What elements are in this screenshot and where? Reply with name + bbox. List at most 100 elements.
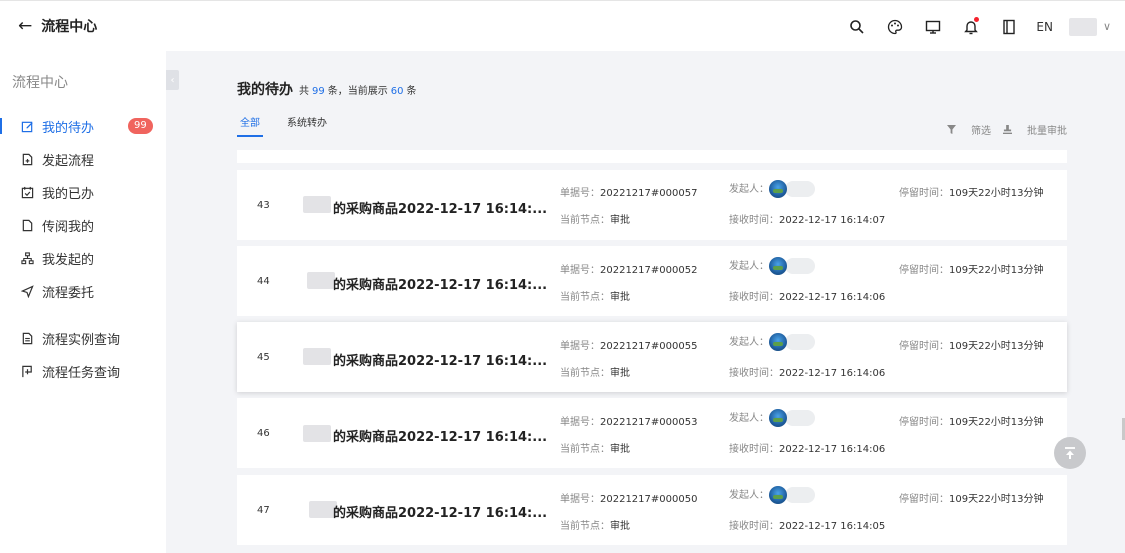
doc-number: 单据号：20221217#000053	[560, 413, 697, 428]
list-toolbar: 筛选 批量审批	[935, 122, 1067, 137]
row-index: 45	[257, 352, 270, 363]
sidebar-item-label: 我发起的	[42, 252, 95, 268]
flag-icon	[20, 364, 34, 378]
received-time-value: 2022-12-17 16:14:07	[779, 215, 886, 226]
stay-time-value: 109天22小时13分钟	[949, 341, 1044, 352]
redacted-name	[303, 348, 331, 365]
doc-number: 单据号：20221217#000052	[560, 261, 697, 276]
sidebar-item-my-done[interactable]: 我的已办	[0, 178, 166, 206]
stay-time-label: 停留时间：	[899, 417, 949, 428]
stay-time-label: 停留时间：	[899, 188, 949, 199]
redacted-initiator	[785, 487, 815, 503]
list-item[interactable]: 43 的采购商品2022-12-17 16:14:... 单据号：20221217#…	[237, 170, 1067, 240]
chevron-down-icon[interactable]: ∨	[1103, 20, 1111, 33]
initiator-label: 发起人：	[729, 261, 769, 272]
avatar	[769, 333, 787, 351]
language-switch[interactable]: EN	[1036, 20, 1053, 34]
initiator: 发起人：	[729, 333, 815, 351]
stay-time-label: 停留时间：	[899, 494, 949, 505]
sidebar-item-task-query[interactable]: 流程任务查询	[0, 357, 166, 385]
count-suffix: 条	[406, 86, 417, 97]
notification-dot	[974, 16, 980, 22]
stay-time-value: 109天22小时13分钟	[949, 417, 1044, 428]
app-title: 流程中心	[41, 19, 98, 35]
row-index: 43	[257, 200, 270, 211]
stay-time-value: 109天22小时13分钟	[949, 188, 1044, 199]
file-add-icon	[20, 152, 34, 166]
avatar[interactable]	[1068, 17, 1097, 36]
process-title[interactable]: 的采购商品2022-12-17 16:14:...	[333, 426, 547, 445]
count-badge: 99	[128, 118, 153, 134]
current-node-label: 当前节点：	[560, 444, 610, 455]
top-header: ← 流程中心 EN ∨	[0, 0, 1125, 51]
tab-bar: 全部 系统转办	[237, 114, 351, 137]
tab-system-transfer[interactable]: 系统转办	[284, 114, 330, 137]
sidebar-item-label: 流程委托	[42, 285, 95, 301]
initiator-label: 发起人：	[729, 413, 769, 424]
count-summary: 共 99 条，当前展示 60 条	[299, 82, 416, 97]
sidebar-item-my-initiated[interactable]: 我发起的	[0, 244, 166, 272]
stay-time-label: 停留时间：	[899, 265, 949, 276]
doc-number-label: 单据号：	[560, 417, 600, 428]
avatar	[769, 257, 787, 275]
redacted-initiator	[785, 258, 815, 274]
process-title[interactable]: 的采购商品2022-12-17 16:14:...	[333, 502, 547, 521]
sidebar-item-my-todo[interactable]: 我的待办 99	[0, 112, 166, 140]
initiator: 发起人：	[729, 180, 815, 198]
palette-icon[interactable]	[880, 12, 910, 42]
list-item[interactable]: 46 的采购商品2022-12-17 16:14:... 单据号：20221217#…	[237, 398, 1067, 468]
back-button[interactable]: ← 流程中心	[18, 16, 97, 36]
back-arrow-icon[interactable]: ←	[18, 16, 32, 36]
shown-count: 60	[390, 86, 404, 97]
doc-number-value: 20221217#000057	[600, 188, 698, 199]
back-to-top-button[interactable]	[1054, 437, 1086, 469]
sidebar-item-label: 我的待办	[42, 120, 95, 136]
search-icon[interactable]	[842, 12, 872, 42]
stay-time: 停留时间：109天22小时13分钟	[899, 261, 1044, 276]
list-item[interactable]: 44 的采购商品2022-12-17 16:14:... 单据号：20221217#…	[237, 246, 1067, 316]
row-index: 46	[257, 428, 270, 439]
doc-search-icon	[20, 331, 34, 345]
doc-number-label: 单据号：	[560, 494, 600, 505]
batch-approve-button[interactable]: 批量审批	[1003, 122, 1067, 137]
sidebar-item-label: 流程实例查询	[42, 332, 121, 348]
doc-number: 单据号：20221217#000055	[560, 337, 697, 352]
redacted-name	[307, 272, 335, 289]
sidebar-item-instance-query[interactable]: 流程实例查询	[0, 324, 166, 352]
redacted-name	[303, 196, 331, 213]
doc-number-value: 20221217#000050	[600, 494, 698, 505]
current-node: 当前节点：审批	[560, 364, 630, 379]
stay-time: 停留时间：109天22小时13分钟	[899, 184, 1044, 199]
doc-number-label: 单据号：	[560, 341, 600, 352]
sidebar-item-circulate[interactable]: 传阅我的	[0, 211, 166, 239]
process-title[interactable]: 的采购商品2022-12-17 16:14:...	[333, 274, 547, 293]
sidebar-item-start-process[interactable]: 发起流程	[0, 145, 166, 173]
initiator: 发起人：	[729, 409, 815, 427]
process-title[interactable]: 的采购商品2022-12-17 16:14:...	[333, 198, 547, 217]
list-item[interactable]: 47 的采购商品2022-12-17 16:14:... 单据号：20221217#…	[237, 475, 1067, 545]
list-item[interactable]: 45 的采购商品2022-12-17 16:14:... 单据号：20221217#…	[237, 322, 1067, 392]
filter-button[interactable]: 筛选	[947, 122, 991, 137]
collapse-sidebar-button[interactable]: ‹	[166, 70, 179, 90]
sidebar-item-label: 发起流程	[42, 153, 95, 169]
sidebar-item-delegation[interactable]: 流程委托	[0, 277, 166, 305]
doc-number: 单据号：20221217#000050	[560, 490, 697, 505]
initiator-label: 发起人：	[729, 337, 769, 348]
tab-all[interactable]: 全部	[237, 114, 263, 137]
stay-time-value: 109天22小时13分钟	[949, 494, 1044, 505]
current-node-label: 当前节点：	[560, 215, 610, 226]
redacted-name	[303, 425, 331, 442]
filter-label: 筛选	[971, 126, 991, 137]
book-icon[interactable]	[994, 12, 1024, 42]
process-title[interactable]: 的采购商品2022-12-17 16:14:...	[333, 350, 547, 369]
stay-time: 停留时间：109天22小时13分钟	[899, 413, 1044, 428]
monitor-icon[interactable]	[918, 12, 948, 42]
received-time-label: 接收时间：	[729, 292, 779, 303]
bell-icon[interactable]	[956, 12, 986, 42]
initiator-label: 发起人：	[729, 184, 769, 195]
stamp-icon	[1003, 125, 1012, 134]
row-index: 47	[257, 505, 270, 516]
stay-time-label: 停留时间：	[899, 341, 949, 352]
received-time-value: 2022-12-17 16:14:06	[779, 292, 886, 303]
avatar	[769, 409, 787, 427]
